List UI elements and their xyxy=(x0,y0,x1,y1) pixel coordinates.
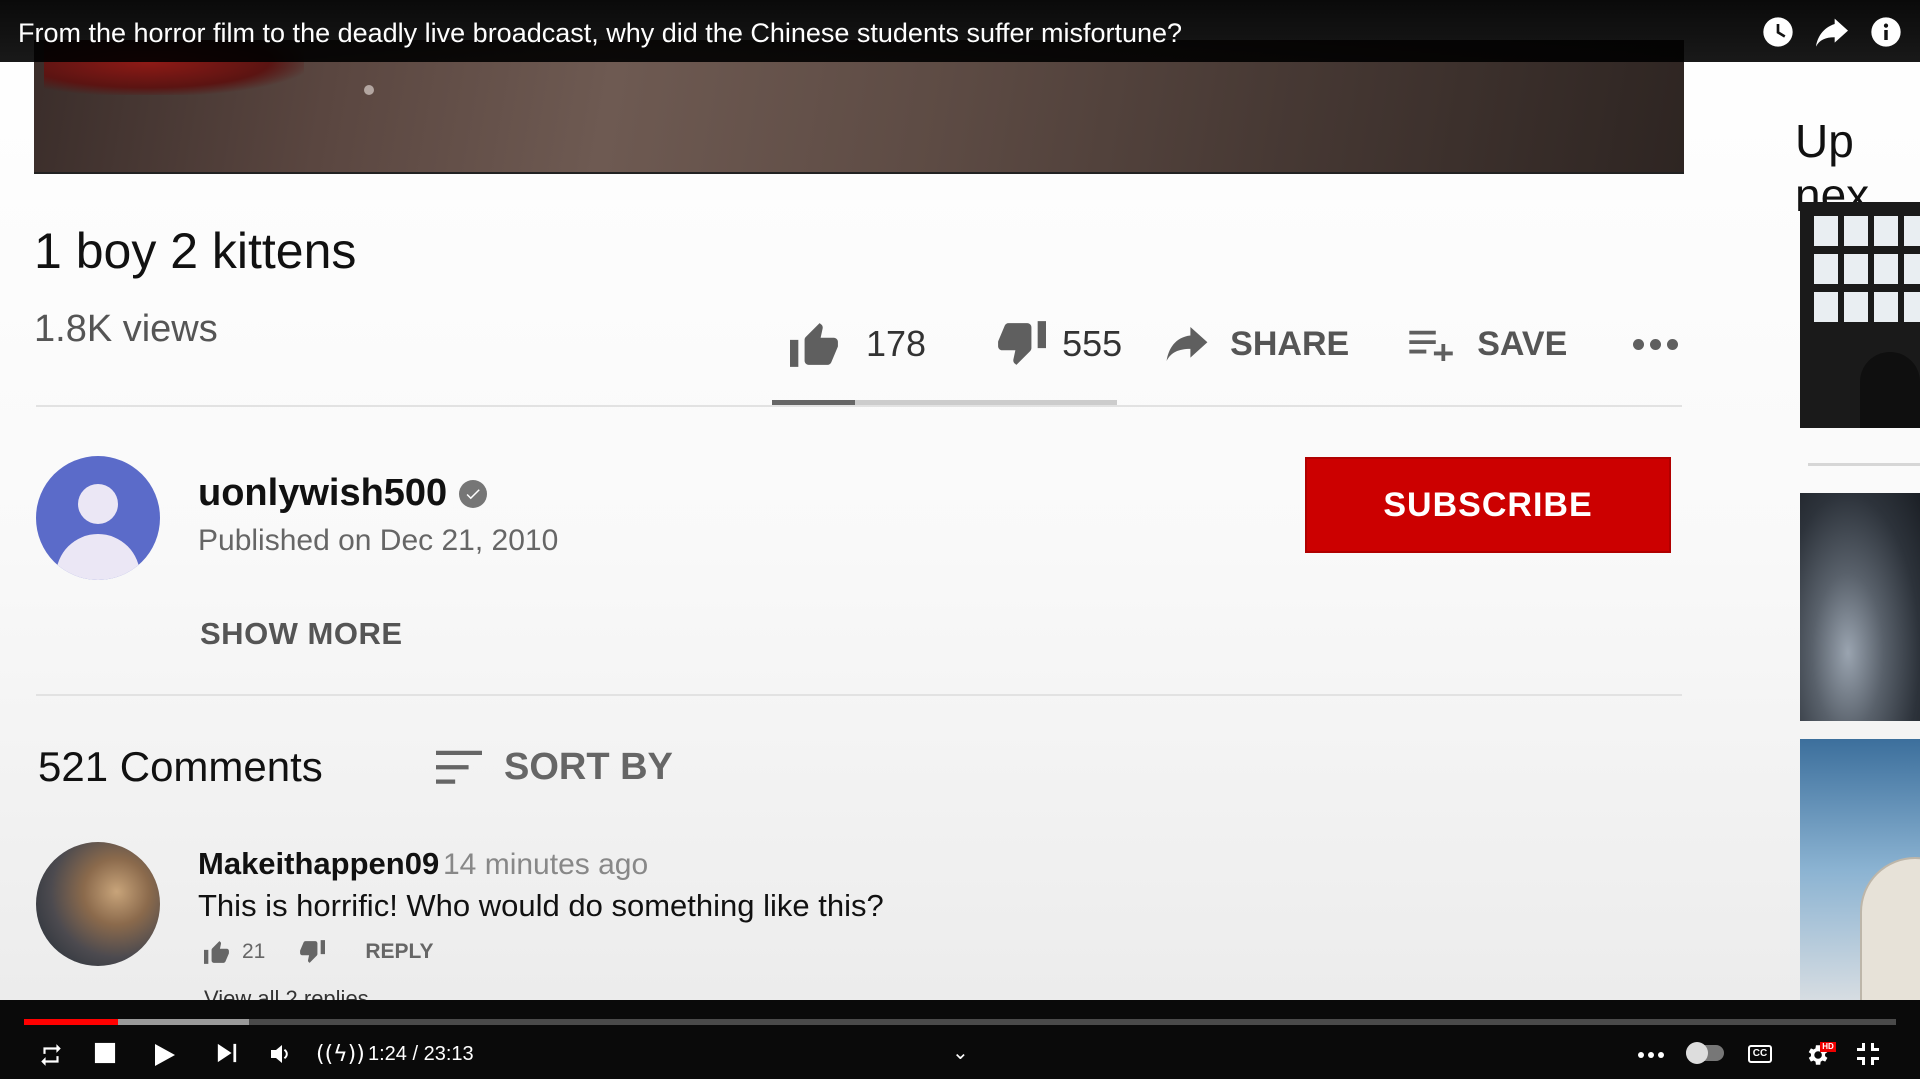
play-icon xyxy=(155,1044,175,1066)
window-pane xyxy=(1874,292,1898,322)
verified-check-icon xyxy=(459,479,488,508)
up-next-thumbnail[interactable] xyxy=(1800,493,1920,721)
captions-button[interactable]: CC xyxy=(1748,1045,1772,1063)
more-dot xyxy=(1667,338,1679,350)
window-pane xyxy=(1814,292,1838,322)
loop-button[interactable] xyxy=(38,1042,64,1068)
more-options-button[interactable] xyxy=(1638,1052,1664,1058)
save-button[interactable]: SAVE xyxy=(1409,325,1567,364)
person-silhouette xyxy=(1860,352,1920,428)
exit-fullscreen-icon xyxy=(1857,1043,1879,1065)
capitol-dome xyxy=(1860,857,1920,1000)
volume-button[interactable] xyxy=(268,1042,294,1066)
more-dot xyxy=(1638,1052,1644,1058)
exit-fullscreen-button[interactable] xyxy=(1856,1042,1880,1066)
publish-date: Published on Dec 21, 2010 xyxy=(198,524,559,557)
window-pane xyxy=(1814,254,1838,284)
commenter-avatar[interactable] xyxy=(36,842,160,966)
window-pane xyxy=(1874,216,1898,246)
playlist-add-icon xyxy=(1409,330,1453,361)
thumbs-down-icon xyxy=(998,321,1047,365)
top-icons xyxy=(1762,16,1902,48)
info-icon[interactable] xyxy=(1870,16,1902,48)
sort-by-button[interactable]: SORT BY xyxy=(436,746,673,789)
divider xyxy=(1808,463,1920,466)
divider xyxy=(36,405,1682,407)
window-pane xyxy=(1844,216,1868,246)
more-actions-button[interactable] xyxy=(1633,338,1679,350)
more-dot xyxy=(1648,1052,1654,1058)
autoplay-toggle[interactable] xyxy=(1686,1042,1724,1064)
thumbs-up-icon[interactable] xyxy=(204,940,230,964)
comment-author[interactable]: Makeithappen09 xyxy=(198,846,439,882)
stop-icon xyxy=(94,1042,116,1064)
chevron-down-icon: ⌄ xyxy=(374,986,394,1000)
avatar-body xyxy=(56,534,140,580)
comment-like-count: 21 xyxy=(242,940,266,963)
window-pane xyxy=(1904,292,1920,322)
thumbs-down-icon[interactable] xyxy=(299,940,326,964)
play-button[interactable] xyxy=(152,1042,176,1068)
share-arrow-icon xyxy=(1166,327,1208,361)
sort-icon xyxy=(436,750,482,784)
avatar-head xyxy=(78,484,118,524)
video-highlight xyxy=(364,85,374,95)
comment-actions: 21 REPLY xyxy=(204,940,433,964)
share-button[interactable]: SHARE xyxy=(1166,325,1349,364)
reply-button[interactable]: REPLY xyxy=(365,940,433,964)
more-dot xyxy=(1633,338,1645,350)
save-label: SAVE xyxy=(1477,324,1568,363)
comment-text: This is horrific! Who would do something… xyxy=(198,888,884,923)
progress-bar[interactable] xyxy=(24,1019,1896,1025)
toggle-knob xyxy=(1686,1042,1708,1064)
skip-next-icon xyxy=(217,1043,237,1063)
channel-avatar[interactable] xyxy=(36,456,160,580)
player-controls: ((ϟ)) 1:24 / 23:13 ⌄ CC HD xyxy=(0,1000,1920,1079)
chevron-down-icon[interactable]: ⌄ xyxy=(952,1040,969,1064)
divider xyxy=(36,694,1682,696)
hd-badge: HD xyxy=(1820,1042,1836,1052)
sort-by-label: SORT BY xyxy=(504,746,673,788)
window-pane xyxy=(1844,292,1868,322)
next-button[interactable] xyxy=(216,1042,238,1064)
like-button[interactable]: 178 xyxy=(790,321,926,367)
time-display: 1:24 / 23:13 xyxy=(368,1043,474,1065)
volume-icon xyxy=(271,1045,288,1063)
live-icon[interactable]: ((ϟ)) xyxy=(316,1042,365,1067)
dislike-count: 555 xyxy=(1062,323,1123,364)
player-top-bar: From the horror film to the deadly live … xyxy=(0,0,1920,62)
comment-timestamp[interactable]: 14 minutes ago xyxy=(443,848,648,882)
show-more-button[interactable]: SHOW MORE xyxy=(200,616,403,652)
dislike-button[interactable]: 555 xyxy=(996,321,1122,367)
like-count: 178 xyxy=(866,323,927,364)
window-pane xyxy=(1814,216,1838,246)
comments-count: 521 Comments xyxy=(38,743,323,790)
up-next-thumbnail[interactable] xyxy=(1800,202,1920,428)
stop-button[interactable] xyxy=(94,1042,116,1064)
video-title: 1 boy 2 kittens xyxy=(34,223,357,279)
player-video-title[interactable]: From the horror film to the deadly live … xyxy=(18,18,1182,49)
share-icon[interactable] xyxy=(1816,16,1848,48)
window-pane xyxy=(1874,254,1898,284)
window-pane xyxy=(1844,254,1868,284)
share-label: SHARE xyxy=(1230,324,1350,363)
view-count: 1.8K views xyxy=(34,308,218,350)
channel-info: uonlywish500 xyxy=(198,472,488,515)
view-replies-link[interactable]: View all 2 replies ⌄ xyxy=(204,986,393,1000)
subscribe-button[interactable]: SUBSCRIBE xyxy=(1305,457,1671,553)
up-next-thumbnail[interactable] xyxy=(1800,739,1920,1000)
video-frame[interactable]: 1 boy 2 kittens 1.8K views 178 555 SHARE… xyxy=(0,0,1920,1000)
window-pane xyxy=(1904,254,1920,284)
more-dot xyxy=(1650,338,1662,350)
view-replies-label: View all 2 replies xyxy=(204,986,369,1000)
progress-played xyxy=(24,1019,118,1025)
loop-icon xyxy=(41,1044,61,1066)
channel-name[interactable]: uonlywish500 xyxy=(198,472,447,515)
more-dot xyxy=(1658,1052,1664,1058)
watch-later-icon[interactable] xyxy=(1762,16,1794,48)
thumbs-up-icon xyxy=(790,323,838,367)
video-actions: 178 555 SHARE SAVE xyxy=(790,316,1679,372)
window-pane xyxy=(1904,216,1920,246)
